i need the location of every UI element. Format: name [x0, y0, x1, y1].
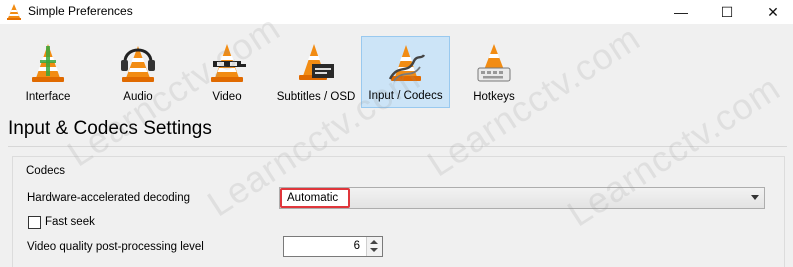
tab-input-codecs-label: Input / Codecs	[368, 90, 443, 102]
tab-subtitles-osd-label: Subtitles / OSD	[276, 91, 356, 103]
hw-decoding-select[interactable]: Automatic	[279, 187, 765, 209]
vlc-cone-interface-icon	[32, 44, 64, 82]
tab-video[interactable]: Video	[192, 36, 262, 108]
tab-interface[interactable]: Interface	[12, 36, 84, 108]
tab-input-codecs[interactable]: Input / Codecs	[361, 36, 450, 108]
spin-up-icon[interactable]	[370, 240, 378, 244]
tab-interface-label: Interface	[25, 91, 71, 103]
hw-decoding-value: Automatic	[280, 188, 350, 208]
vlc-cone-glasses-icon	[211, 44, 246, 82]
heading-divider	[8, 146, 787, 147]
hw-decoding-label: Hardware-accelerated decoding	[27, 192, 191, 204]
tab-audio-label: Audio	[123, 91, 153, 103]
maximize-button[interactable]: ☐	[704, 0, 750, 24]
minimize-button[interactable]: —	[658, 0, 704, 24]
tab-hotkeys-label: Hotkeys	[473, 91, 515, 103]
tab-hotkeys[interactable]: Hotkeys	[462, 36, 526, 108]
postproc-label: Video quality post-processing level	[27, 241, 204, 253]
vlc-cone-subtitles-icon	[299, 44, 334, 80]
tab-video-label: Video	[212, 91, 242, 103]
postproc-spinbox[interactable]: 6	[283, 236, 383, 257]
close-button[interactable]: ✕	[750, 0, 793, 24]
fast-seek-checkbox[interactable]	[28, 216, 41, 229]
postproc-value: 6	[353, 240, 360, 252]
vlc-cone-keyboard-icon	[477, 44, 511, 82]
category-toolbar: Interface Audio Video Subtitles / OSD In…	[0, 24, 793, 110]
chevron-down-icon	[751, 195, 759, 200]
vlc-app-icon	[7, 4, 21, 20]
spin-down-icon[interactable]	[370, 248, 378, 252]
section-heading: Input & Codecs Settings	[8, 118, 212, 139]
spin-buttons	[366, 237, 382, 256]
title-bar: Simple Preferences — ☐ ✕	[0, 0, 793, 24]
tab-audio[interactable]: Audio	[104, 36, 172, 108]
vlc-cone-headphones-icon	[121, 46, 155, 82]
fast-seek-label: Fast seek	[45, 216, 95, 228]
vlc-cone-codecs-icon	[388, 45, 425, 82]
tab-subtitles-osd[interactable]: Subtitles / OSD	[274, 36, 358, 108]
window-title: Simple Preferences	[28, 4, 133, 18]
codecs-group-title: Codecs	[26, 165, 65, 177]
